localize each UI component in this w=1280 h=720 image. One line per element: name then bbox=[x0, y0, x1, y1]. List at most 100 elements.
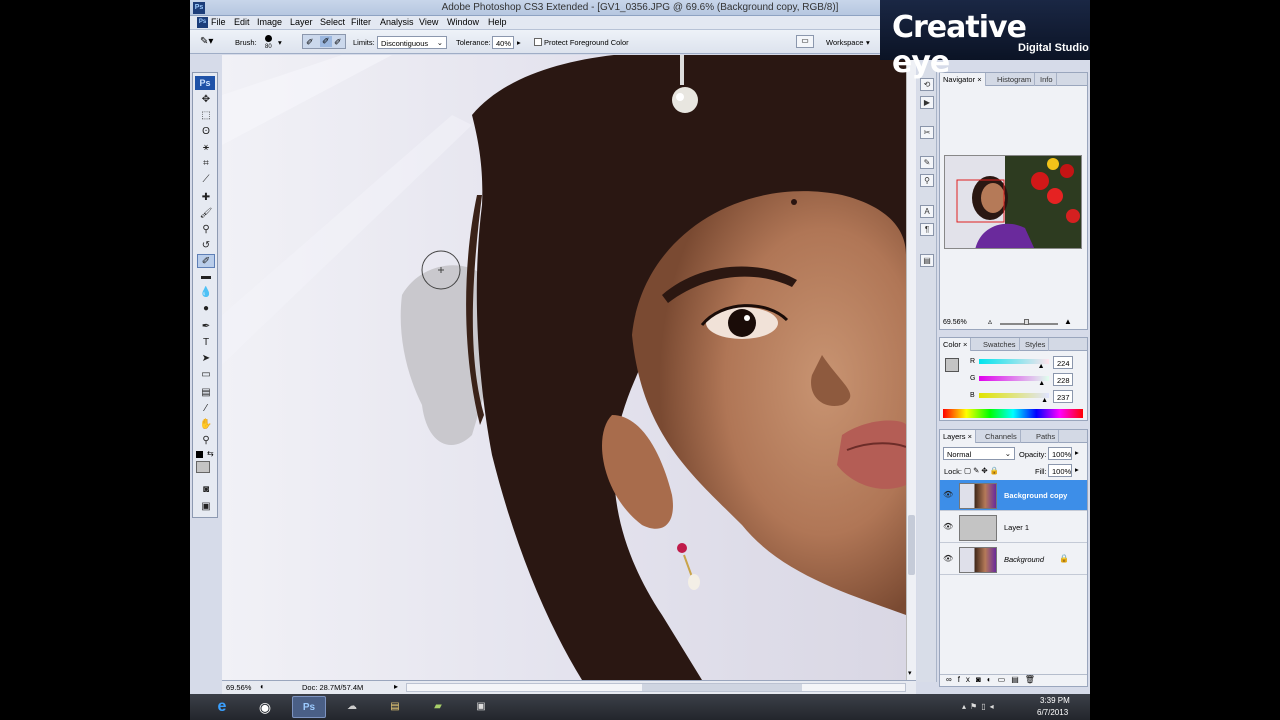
fill-input[interactable]: 100% bbox=[1048, 464, 1072, 477]
gradient-tool-icon[interactable]: ▬ bbox=[197, 270, 215, 284]
layer-name[interactable]: Background copy bbox=[1004, 491, 1067, 500]
status-menu-arrow-icon[interactable]: ▸ bbox=[394, 682, 398, 691]
actions-panel-icon[interactable]: ▶ bbox=[920, 96, 934, 109]
zoom-in-icon[interactable]: ▲ bbox=[1064, 317, 1072, 326]
opacity-input[interactable]: 100% bbox=[1048, 447, 1072, 460]
color-spectrum-bar[interactable] bbox=[943, 409, 1083, 418]
foreground-color-swatch[interactable] bbox=[196, 461, 210, 473]
scroll-down-icon[interactable]: ▾ bbox=[908, 669, 912, 677]
status-icon[interactable]: ◐ bbox=[260, 682, 265, 691]
brushes-panel-icon[interactable]: ✎ bbox=[920, 156, 934, 169]
layer-row-background[interactable]: 👁 Background 🔒 bbox=[940, 544, 1087, 575]
limits-select[interactable]: Discontiguous ⌄ bbox=[377, 36, 447, 49]
menu-analysis[interactable]: Analysis bbox=[380, 17, 414, 27]
channel-slider[interactable] bbox=[979, 393, 1049, 398]
background-eraser-tool-icon[interactable]: ✐ bbox=[197, 254, 215, 268]
history-brush-tool-icon[interactable]: ↺ bbox=[197, 239, 215, 253]
navigator-zoom[interactable]: 69.56% bbox=[943, 319, 967, 326]
menu-image[interactable]: Image bbox=[257, 17, 282, 27]
layer-comps-panel-icon[interactable]: ▤ bbox=[920, 254, 934, 267]
horizontal-scroll-thumb[interactable] bbox=[642, 684, 802, 691]
notepad-app-icon[interactable]: ▰ bbox=[421, 696, 455, 718]
visibility-eye-icon[interactable]: 👁 bbox=[943, 554, 953, 564]
eyedropper-tool-icon[interactable]: ⁄ bbox=[197, 402, 215, 416]
link-layers-icon[interactable]: ∞ bbox=[946, 675, 958, 684]
channel-value-input[interactable]: 224 bbox=[1053, 356, 1073, 369]
move-tool-icon[interactable]: ✥ bbox=[197, 93, 215, 107]
swap-colors-icon[interactable]: ⇆ bbox=[207, 449, 214, 458]
document-canvas[interactable] bbox=[222, 55, 906, 680]
tab-channels[interactable]: Channels bbox=[982, 430, 1021, 443]
screen-mode-icon[interactable]: ▣ bbox=[197, 500, 215, 514]
color-foreground-swatch[interactable] bbox=[945, 358, 959, 372]
horizontal-scrollbar[interactable] bbox=[406, 683, 906, 692]
channel-value-input[interactable]: 228 bbox=[1053, 373, 1073, 386]
crop-tool-icon[interactable]: ⌗ bbox=[197, 157, 215, 171]
menu-filter[interactable]: Filter bbox=[351, 17, 371, 27]
new-group-icon[interactable]: ▭ bbox=[998, 675, 1012, 684]
clone-source-panel-icon[interactable]: ⚲ bbox=[920, 174, 934, 187]
sampling-swatch-icon[interactable]: ✐ bbox=[334, 37, 342, 48]
clone-stamp-tool-icon[interactable]: ⚲ bbox=[197, 223, 215, 237]
brush-dropdown-icon[interactable]: ▾ bbox=[278, 38, 282, 47]
tool-preset-icon[interactable]: ✎▾ bbox=[200, 36, 216, 48]
zoom-level[interactable]: 69.56% bbox=[226, 683, 251, 692]
quick-mask-icon[interactable]: ◙ bbox=[197, 483, 215, 497]
cloud-app-icon[interactable]: ☁ bbox=[335, 696, 369, 718]
shape-tool-icon[interactable]: ▭ bbox=[197, 368, 215, 382]
blur-tool-icon[interactable]: 💧 bbox=[197, 286, 215, 300]
zoom-tool-icon[interactable]: ⚲ bbox=[197, 434, 215, 448]
tab-color[interactable]: Color × bbox=[940, 338, 972, 351]
visibility-eye-icon[interactable]: 👁 bbox=[943, 490, 953, 500]
pen-tool-icon[interactable]: ✒ bbox=[197, 320, 215, 334]
clock-time[interactable]: 3:39 PM bbox=[1040, 696, 1070, 705]
menu-edit[interactable]: Edit bbox=[234, 17, 250, 27]
tolerance-slider-icon[interactable]: ▸ bbox=[517, 38, 521, 47]
photoshop-taskbar-icon[interactable]: Ps bbox=[292, 696, 326, 718]
marquee-tool-icon[interactable]: ⬚ bbox=[197, 109, 215, 123]
menu-file[interactable]: File bbox=[211, 17, 226, 27]
system-tray-icons[interactable]: ▴⚑▯◂ bbox=[962, 702, 998, 711]
clock-date[interactable]: 6/7/2013 bbox=[1037, 708, 1068, 717]
lock-icons[interactable]: ▢✎✥🔒 bbox=[964, 466, 1001, 475]
layer-row-layer-1[interactable]: 👁 Layer 1 bbox=[940, 512, 1087, 543]
tolerance-input[interactable]: 40% bbox=[492, 36, 514, 49]
dodge-tool-icon[interactable]: ● bbox=[197, 302, 215, 316]
layer-name[interactable]: Layer 1 bbox=[1004, 523, 1029, 532]
channel-slider-handle[interactable]: ▲ bbox=[1038, 380, 1045, 387]
sampling-once-icon[interactable]: ✐ bbox=[320, 36, 332, 47]
brush-tool-icon[interactable]: 🖌 bbox=[197, 207, 215, 221]
layer-row-background-copy[interactable]: 👁 Background copy bbox=[940, 480, 1087, 511]
navigator-preview[interactable] bbox=[944, 155, 1082, 249]
menu-help[interactable]: Help bbox=[488, 17, 507, 27]
tab-paths[interactable]: Paths bbox=[1033, 430, 1060, 443]
new-layer-icon[interactable]: ▤ bbox=[1011, 675, 1025, 684]
tab-layers[interactable]: Layers × bbox=[940, 430, 976, 443]
channel-slider-handle[interactable]: ▲ bbox=[1041, 397, 1048, 404]
notes-tool-icon[interactable]: ▤ bbox=[197, 386, 215, 400]
workspace-button[interactable]: Workspace bbox=[826, 38, 863, 47]
add-mask-icon[interactable]: ◙ bbox=[976, 675, 987, 684]
magic-wand-tool-icon[interactable]: ⚹ bbox=[197, 141, 215, 155]
menu-select[interactable]: Select bbox=[320, 17, 345, 27]
chrome-icon[interactable]: ◉ bbox=[248, 696, 282, 718]
layers-footer-buttons[interactable]: ∞fx◙◐▭▤🗑 bbox=[940, 674, 1087, 686]
default-colors-icon[interactable] bbox=[196, 451, 203, 458]
tool-presets-panel-icon[interactable]: ✂ bbox=[920, 126, 934, 139]
brush-preview-icon[interactable] bbox=[265, 35, 272, 42]
healing-brush-tool-icon[interactable]: ✚ bbox=[197, 191, 215, 205]
menu-layer[interactable]: Layer bbox=[290, 17, 313, 27]
blend-mode-select[interactable]: Normal ⌄ bbox=[943, 447, 1015, 460]
path-selection-tool-icon[interactable]: ➤ bbox=[197, 352, 215, 366]
sampling-buttons[interactable]: ✐ ✐ ✐ bbox=[302, 34, 346, 49]
zoom-slider-handle[interactable] bbox=[1024, 319, 1029, 325]
protect-foreground-checkbox[interactable] bbox=[534, 38, 542, 46]
document-menu-icon[interactable]: Ps bbox=[197, 17, 208, 28]
paragraph-panel-icon[interactable]: ¶ bbox=[920, 223, 934, 236]
layer-name[interactable]: Background bbox=[1004, 555, 1044, 564]
palette-well-icon[interactable]: ▭ bbox=[796, 35, 814, 48]
menu-window[interactable]: Window bbox=[447, 17, 479, 27]
delete-layer-icon[interactable]: 🗑 bbox=[1025, 675, 1041, 684]
lasso-tool-icon[interactable]: ʘ bbox=[197, 125, 215, 139]
workspace-dropdown-icon[interactable]: ▾ bbox=[866, 38, 870, 47]
